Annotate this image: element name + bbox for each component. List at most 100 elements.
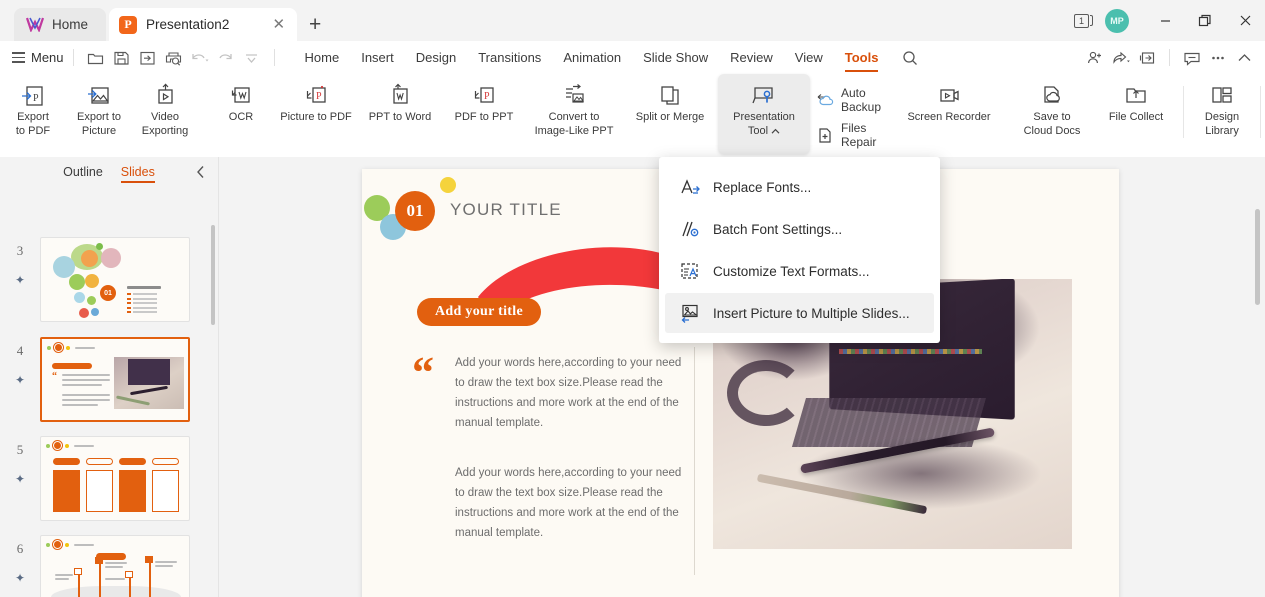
- pdf-to-ppt-icon: P: [471, 81, 497, 111]
- slide-body-right[interactable]: Add your words here,according to your ne…: [455, 463, 683, 543]
- list-item[interactable]: 6 ✦: [0, 535, 205, 597]
- sidebar-scrollbar[interactable]: [211, 225, 215, 325]
- ribbon-save-to-cloud-docs[interactable]: Save to Cloud Docs: [1010, 74, 1094, 138]
- share-icon[interactable]: [1108, 45, 1134, 71]
- headphone-shape: [727, 360, 805, 426]
- tab-outline[interactable]: Outline: [63, 165, 103, 183]
- ribbon-picture-to-pdf[interactable]: P Picture to PDF: [274, 74, 358, 125]
- save-as-icon[interactable]: [135, 45, 161, 71]
- menu-item-insert-picture-to-multiple-slides[interactable]: Insert Picture to Multiple Slides...: [665, 293, 934, 333]
- label-line2: Tool: [748, 125, 768, 139]
- ribbon-files-repair[interactable]: Files Repair: [816, 121, 881, 149]
- divider: [274, 49, 275, 66]
- convert-to-image-like-ppt-icon: [561, 81, 587, 111]
- ribbon-export-to-pdf[interactable]: P Export to PDF: [0, 74, 66, 138]
- replace-fonts-icon: [679, 177, 700, 198]
- slide-number: 3: [17, 243, 24, 259]
- tab-review[interactable]: Review: [719, 45, 784, 70]
- chevron-left-icon[interactable]: [196, 165, 206, 179]
- slide-thumbnail-selected[interactable]: “: [40, 337, 190, 422]
- ppt-to-word-icon: [387, 81, 413, 111]
- tab-view[interactable]: View: [784, 45, 834, 70]
- slide-thumbnail[interactable]: 01: [40, 237, 190, 322]
- presentation-tool-dropdown-menu: Replace Fonts... Batch Font Settings... …: [659, 157, 940, 343]
- tab-home[interactable]: Home: [14, 8, 106, 41]
- menu-item-replace-fonts[interactable]: Replace Fonts...: [665, 167, 934, 207]
- ribbon-screen-recorder[interactable]: Screen Recorder: [898, 74, 1000, 125]
- wps-logo-icon: [26, 17, 44, 32]
- add-your-title-pill[interactable]: Add your title: [417, 298, 541, 326]
- present-icon[interactable]: [1134, 45, 1160, 71]
- slide-count-value: 1: [1074, 14, 1089, 28]
- slide-thumbnail[interactable]: [40, 436, 190, 521]
- list-item[interactable]: 3 ✦ 01: [0, 237, 205, 322]
- screen-strip: [839, 349, 983, 354]
- slide-thumbnail-list: 3 ✦ 01: [0, 191, 218, 597]
- search-icon[interactable]: [897, 45, 923, 71]
- label-line2: to PDF: [16, 125, 50, 139]
- star-icon: ✦: [15, 373, 25, 387]
- slide-count-bar: [1090, 15, 1093, 26]
- slide-panel: Outline Slides 3 ✦: [0, 157, 219, 597]
- undo-icon[interactable]: [187, 45, 213, 71]
- menu-bar: Menu Home Insert Design Transitions: [0, 41, 1265, 74]
- ribbon-ocr[interactable]: OCR: [208, 74, 274, 125]
- redo-icon[interactable]: [213, 45, 239, 71]
- tab-presentation2[interactable]: P Presentation2 ✕: [109, 8, 297, 41]
- tab-slides[interactable]: Slides: [121, 165, 155, 183]
- tab-transitions[interactable]: Transitions: [467, 45, 552, 70]
- save-icon[interactable]: [109, 45, 135, 71]
- folder-open-icon[interactable]: [83, 45, 109, 71]
- ribbon-export-to-picture[interactable]: Export to Picture: [66, 74, 132, 138]
- ribbon-ppt-to-word[interactable]: PPT to Word: [358, 74, 442, 125]
- canvas-scrollbar[interactable]: [1255, 209, 1260, 305]
- avatar[interactable]: MP: [1105, 9, 1129, 33]
- menu-button[interactable]: Menu: [12, 50, 64, 65]
- list-item[interactable]: 4 ✦ “: [0, 337, 205, 422]
- label-line1: Design: [1205, 111, 1239, 125]
- svg-text:P: P: [484, 91, 490, 102]
- menu-item-customize-text-formats[interactable]: Customize Text Formats...: [665, 251, 934, 291]
- collaborate-icon[interactable]: [1082, 45, 1108, 71]
- collapse-ribbon-icon[interactable]: [1231, 45, 1257, 71]
- print-preview-icon[interactable]: [161, 45, 187, 71]
- restore-icon[interactable]: [1185, 0, 1225, 41]
- tab-doc-label: Presentation2: [146, 17, 261, 32]
- tab-tools[interactable]: Tools: [834, 45, 890, 70]
- slide-number: 4: [17, 343, 24, 359]
- ribbon-split-or-merge[interactable]: Split or Merge: [622, 74, 718, 125]
- close-icon[interactable]: ✕: [270, 17, 287, 32]
- new-tab-button[interactable]: +: [309, 13, 321, 37]
- close-icon[interactable]: [1225, 0, 1265, 41]
- tab-home[interactable]: Home: [294, 45, 351, 70]
- customize-quick-access-icon[interactable]: [239, 45, 265, 71]
- label-line2: Library: [1205, 125, 1239, 139]
- more-icon[interactable]: [1205, 45, 1231, 71]
- slide-count-badge[interactable]: 1: [1074, 14, 1093, 28]
- ribbon-file-collect[interactable]: File Collect: [1094, 74, 1178, 125]
- batch-font-settings-icon: [679, 219, 700, 240]
- tab-design[interactable]: Design: [405, 45, 467, 70]
- slide-thumbnail[interactable]: [40, 535, 190, 597]
- ribbon-video-exporting[interactable]: Video Exporting: [132, 74, 198, 138]
- list-item[interactable]: 5 ✦: [0, 436, 205, 521]
- ribbon-pdf-to-ppt[interactable]: P PDF to PPT: [442, 74, 526, 125]
- ribbon-convert-to-image-like-ppt[interactable]: Convert to Image-Like PPT: [526, 74, 622, 138]
- tab-animation[interactable]: Animation: [552, 45, 632, 70]
- presentation-tool-icon: [750, 81, 778, 111]
- ribbon-auto-backup[interactable]: Auto Backup: [816, 86, 881, 114]
- pencil-shape: [757, 473, 928, 514]
- tab-slide-show[interactable]: Slide Show: [632, 45, 719, 70]
- label-line2: Picture: [82, 125, 116, 139]
- slide-body-left[interactable]: Add your words here,according to your ne…: [455, 353, 683, 433]
- menu-item-batch-font-settings[interactable]: Batch Font Settings...: [665, 209, 934, 249]
- ribbon-design-library[interactable]: Design Library: [1189, 74, 1255, 138]
- minimize-icon[interactable]: [1145, 0, 1185, 41]
- comment-icon[interactable]: [1179, 45, 1205, 71]
- tab-insert[interactable]: Insert: [350, 45, 405, 70]
- ribbon-group-export: P Export to PDF Export to Picture Video …: [0, 74, 198, 157]
- ribbon-group-convert: OCR P Picture to PDF PPT to Word P: [208, 74, 718, 157]
- ribbon-presentation-tool[interactable]: Presentation Tool: [718, 74, 810, 154]
- menu-item-label: Replace Fonts...: [713, 180, 811, 195]
- ribbon-group-recorder: Screen Recorder: [898, 74, 1000, 157]
